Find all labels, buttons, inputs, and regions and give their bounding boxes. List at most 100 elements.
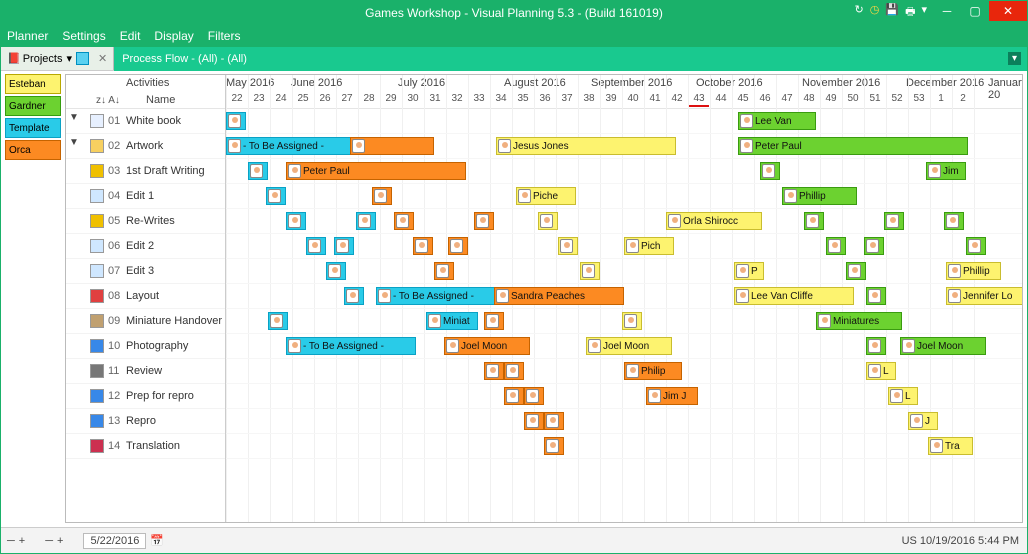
gantt-bar[interactable] <box>524 412 544 430</box>
gantt-bar[interactable]: L <box>888 387 918 405</box>
gantt-bar[interactable] <box>866 337 886 355</box>
gantt-bar[interactable] <box>344 287 364 305</box>
activity-row[interactable]: 05Re-Writes <box>66 209 225 234</box>
projects-tab[interactable]: 📕 Projects ▾ ✕ <box>1 47 114 70</box>
gantt-bar[interactable]: Phillip <box>782 187 857 205</box>
gantt-bar[interactable] <box>884 212 904 230</box>
gantt-bar[interactable] <box>268 312 288 330</box>
gantt-bar[interactable] <box>394 212 414 230</box>
activity-row[interactable]: 13Repro <box>66 409 225 434</box>
gantt-bar[interactable]: - To Be Assigned - <box>226 137 366 155</box>
gantt-bar[interactable] <box>306 237 326 255</box>
gantt-bar[interactable] <box>866 287 886 305</box>
tab-close-icon[interactable]: ✕ <box>98 52 107 65</box>
gantt-bar[interactable] <box>326 262 346 280</box>
gantt-bar[interactable] <box>580 262 600 280</box>
gantt-bar[interactable]: - To Be Assigned - <box>376 287 506 305</box>
menu-display[interactable]: Display <box>154 29 193 43</box>
activity-row[interactable]: 07Edit 3 <box>66 259 225 284</box>
print-icon[interactable]: 🖶 <box>905 3 915 22</box>
history-icon[interactable]: ◷ <box>870 3 880 22</box>
gantt-bar[interactable]: Lee Van Cliffe <box>734 287 854 305</box>
gantt-bar[interactable]: Lee Van <box>738 112 816 130</box>
gantt-bar[interactable]: Philip <box>624 362 682 380</box>
gantt-bar[interactable] <box>356 212 376 230</box>
gantt-bar[interactable] <box>350 137 434 155</box>
gantt-bar[interactable]: Joel Moon <box>586 337 672 355</box>
gantt-bar[interactable] <box>864 237 884 255</box>
activity-row[interactable]: 12Prep for repro <box>66 384 225 409</box>
row-zoom[interactable]: ─+ <box>7 535 25 547</box>
gantt-bar[interactable] <box>504 362 524 380</box>
gantt-bar[interactable]: Joel Moon <box>444 337 530 355</box>
gantt-bar[interactable] <box>966 237 986 255</box>
gantt-bar[interactable] <box>544 412 564 430</box>
gantt-bar[interactable]: Phillip <box>946 262 1001 280</box>
activity-row[interactable]: 11Review <box>66 359 225 384</box>
menu-settings[interactable]: Settings <box>62 29 105 43</box>
gantt-bar[interactable] <box>484 312 504 330</box>
save-icon[interactable]: 💾 <box>885 3 899 22</box>
col-zoom[interactable]: ─+ <box>45 535 63 547</box>
sort-icon[interactable]: z↓ A↓ <box>96 95 120 106</box>
gantt-bar[interactable] <box>448 237 468 255</box>
gantt-bar[interactable]: Piche <box>516 187 576 205</box>
gantt-bar[interactable] <box>434 262 454 280</box>
gantt-bar[interactable]: Jim <box>926 162 966 180</box>
activity-row[interactable]: 02Artwork <box>66 134 225 159</box>
gantt-bar[interactable]: Miniat <box>426 312 478 330</box>
refresh-icon[interactable]: ↻ <box>855 3 864 22</box>
gantt-bar[interactable]: J <box>908 412 938 430</box>
gantt-bar[interactable]: Jennifer Lo <box>946 287 1022 305</box>
gantt-bar[interactable]: Miniatures <box>816 312 902 330</box>
gantt-bar[interactable] <box>622 312 642 330</box>
name-column[interactable]: Name <box>146 94 175 106</box>
minimize-button[interactable]: ─ <box>933 1 961 21</box>
close-button[interactable]: ✕ <box>989 1 1027 21</box>
gantt-bar[interactable] <box>504 387 524 405</box>
activity-row[interactable]: 01White book <box>66 109 225 134</box>
gantt-bar[interactable] <box>413 237 433 255</box>
gantt-bar[interactable] <box>558 237 578 255</box>
gantt-bar[interactable]: Jim J <box>646 387 698 405</box>
menu-filters[interactable]: Filters <box>208 29 241 43</box>
gantt-bar[interactable]: Orla Shirocc <box>666 212 762 230</box>
gantt-bar[interactable] <box>372 187 392 205</box>
gantt-bar[interactable] <box>484 362 504 380</box>
gantt-bar[interactable] <box>544 437 564 455</box>
gantt-bar[interactable] <box>524 387 544 405</box>
calendar-icon[interactable]: 📅 <box>150 534 164 547</box>
activity-row[interactable]: 04Edit 1 <box>66 184 225 209</box>
gantt-bar[interactable] <box>846 262 866 280</box>
process-tab-expand-icon[interactable]: ▾ <box>1008 52 1021 65</box>
gantt-bar[interactable]: - To Be Assigned - <box>286 337 416 355</box>
legend-gardner[interactable]: Gardner <box>5 96 61 116</box>
process-flow-tab[interactable]: Process Flow - (All) - (All) ▾ <box>114 47 1027 71</box>
gantt-bar[interactable] <box>248 162 268 180</box>
menu-planner[interactable]: Planner <box>7 29 48 43</box>
gantt-bar[interactable] <box>804 212 824 230</box>
activity-row[interactable]: 14Translation <box>66 434 225 459</box>
menu-edit[interactable]: Edit <box>120 29 141 43</box>
activity-row[interactable]: 09Miniature Handover <box>66 309 225 334</box>
gantt-bar[interactable]: Peter Paul <box>286 162 466 180</box>
legend-orca[interactable]: Orca <box>5 140 61 160</box>
gantt-bar[interactable]: L <box>866 362 896 380</box>
gantt-bar[interactable]: Peter Paul <box>738 137 968 155</box>
gantt-bar[interactable]: Sandra Peaches <box>494 287 624 305</box>
legend-esteban[interactable]: Esteban <box>5 74 61 94</box>
gantt-bar[interactable] <box>266 187 286 205</box>
gantt-bar[interactable] <box>538 212 558 230</box>
gantt-bar[interactable]: Jesus Jones <box>496 137 676 155</box>
legend-template[interactable]: Template <box>5 118 61 138</box>
options-icon[interactable]: ▾ <box>921 3 927 22</box>
gantt-bar[interactable] <box>226 112 246 130</box>
gantt-bar[interactable] <box>826 237 846 255</box>
gantt-bar[interactable]: P <box>734 262 764 280</box>
gantt-bar[interactable]: Pich <box>624 237 674 255</box>
activity-row[interactable]: 06Edit 2 <box>66 234 225 259</box>
gantt-bar[interactable]: Joel Moon <box>900 337 986 355</box>
gantt-bar[interactable]: Tra <box>928 437 973 455</box>
activity-row[interactable]: 031st Draft Writing <box>66 159 225 184</box>
activity-row[interactable]: 08Layout <box>66 284 225 309</box>
